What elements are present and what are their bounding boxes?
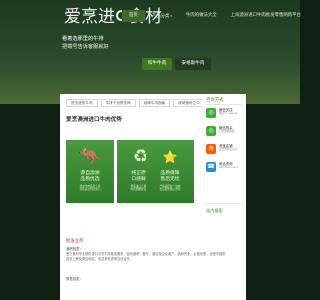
paragraph-label: 零售批发： [66,277,83,281]
wechat-icon: ◎ [206,108,216,118]
section-title: 爱烹澳洲进口牛肉优势 [66,117,122,123]
paragraph-label: 酒吧批发： [66,247,83,251]
divider [206,203,242,204]
tab-3[interactable]: 烧烤牛肉指南 [138,99,171,107]
wholesale-heading: 批发业务 [66,239,84,244]
chevron-down-icon: ▾ [170,13,172,18]
sidebar [202,94,246,300]
contact-wechat[interactable]: ◎ 微信关注 微信号: aipeng [206,108,243,118]
divider [206,104,242,105]
main-nav: 首页 产品分类▾ 牛肉的做法大全 上海澳洲进口牛肉批发零售网购平台 [122,10,308,22]
nav-item-home[interactable]: 首页 [122,10,145,22]
hero-line-1: 看着选那里的牛排 [62,36,104,42]
feature-desc: 澳洲牛肉品质上乘 冷链直达新鲜安心 [79,185,101,192]
contact-sub: 爱烹食材官方店 [219,148,238,151]
site-search-title: 站内搜索 [206,208,223,213]
wechat-group-icon: ◎ [206,126,216,136]
hero-text: 看着选那里的牛排 把端号告诉客服就好 [62,35,212,51]
tab-4[interactable]: 烧烤食材之中 [173,99,205,107]
kangaroo-icon: 🦘 [78,146,102,167]
angus-button[interactable]: 安格斯牛肉 [175,58,211,70]
contact-phone[interactable]: ☎ 电话咨询 021-5xxx-xxxx [206,162,243,172]
feature-desc: 严格品控每一块肉 售后服务贴心周到 [159,185,181,192]
nav-item-products[interactable]: 产品分类▾ [145,10,179,23]
paragraph: 爱烹食材专业提供进口冷冻牛肉批发服务，面向酒吧、餐厅、酒店及企业客户。品种齐全，… [66,252,226,262]
hero-line-2: 把端号告诉客服就好 [62,44,109,50]
taobao-icon: 淘 [206,144,216,154]
feature-title: 品质保障 售后无忧 [160,171,180,182]
tab-1[interactable]: 进击进的牛肉 [66,99,98,107]
contact-sub: 021-5xxx-xxxx [219,166,239,169]
nav-item-recipes[interactable]: 牛肉的做法大全 [179,10,224,22]
nav-item-platform[interactable]: 上海澳洲进口牛肉批发零售网购平台 [224,10,308,22]
feature-title: 源自澳洲 品质优选 [80,171,100,182]
contact-title: 咨询方式 [206,98,224,103]
tab-2[interactable]: 牛排千页预览网 [100,99,136,107]
contact-taobao[interactable]: 淘 淘宝店铺 爱烹食材官方店 [206,144,243,154]
wagyu-button[interactable]: 和牛牛肉 [142,58,172,70]
top-quality-icon: ⭐ [162,150,178,164]
contact-sub: 微信号: aipeng [219,112,238,115]
phone-icon: ☎ [206,162,216,172]
contact-sub: 扫码添加客服 [219,130,235,133]
feature-card-quality: ⭐ 品质保障 售后无忧 严格品控每一块肉 售后服务贴心周到 [146,140,194,203]
feature-card-australia: 🦘 源自澳洲 品质优选 澳洲牛肉品质上乘 冷链直达新鲜安心 [66,140,114,203]
contact-wechat-buy[interactable]: ◎ 微信购买 扫码添加客服 [206,126,243,136]
